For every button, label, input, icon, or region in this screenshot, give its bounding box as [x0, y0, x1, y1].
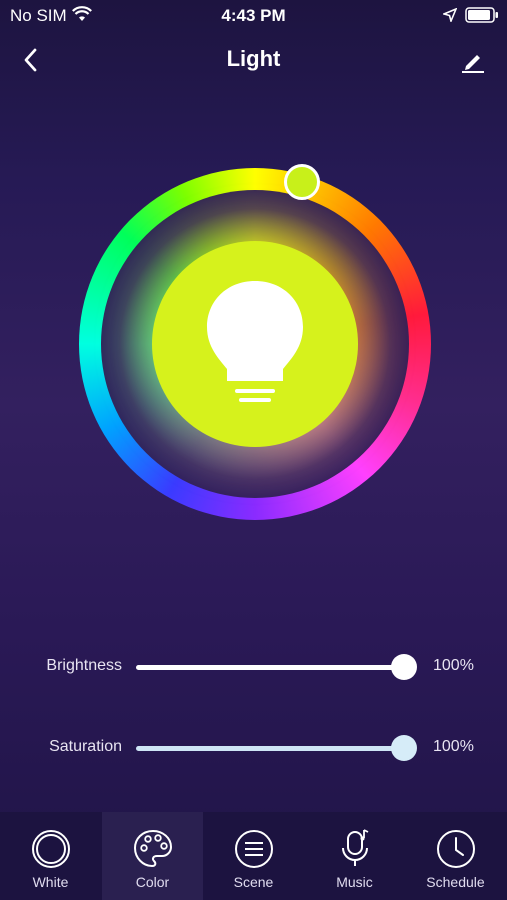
pencil-icon: [462, 55, 484, 73]
tab-schedule[interactable]: Schedule: [405, 812, 506, 900]
status-bar: No SIM 4:43 PM: [0, 0, 507, 32]
saturation-slider-row: Saturation 100%: [0, 728, 507, 768]
tab-white[interactable]: White: [0, 812, 101, 900]
tab-label-music: Music: [336, 874, 373, 890]
palette-icon: [133, 829, 173, 868]
color-wheel[interactable]: [79, 164, 431, 520]
light-bulb-icon: [207, 281, 303, 402]
saturation-label: Saturation: [49, 738, 122, 755]
clock-time: 4:43 PM: [221, 6, 286, 25]
tab-label-schedule: Schedule: [426, 874, 485, 890]
brightness-label: Brightness: [46, 657, 122, 674]
tab-scene[interactable]: Scene: [203, 812, 304, 900]
tab-label-white: White: [32, 874, 69, 890]
color-picker-handle[interactable]: [284, 164, 320, 200]
battery-icon: [465, 7, 499, 28]
page-title: Light: [226, 46, 281, 71]
scene-icon: [235, 830, 273, 868]
brightness-value: 100%: [433, 657, 474, 674]
saturation-thumb[interactable]: [391, 735, 417, 761]
tab-music[interactable]: Music: [304, 812, 405, 900]
tab-label-color: Color: [135, 874, 170, 890]
brightness-thumb[interactable]: [391, 654, 417, 680]
bulb-preview: [152, 241, 358, 447]
tab-color[interactable]: Color: [102, 812, 203, 900]
saturation-track[interactable]: [136, 746, 404, 751]
music-icon: [342, 829, 369, 866]
location-icon: [441, 7, 458, 27]
brightness-slider-row: Brightness 100%: [0, 647, 507, 687]
edit-button[interactable]: [455, 42, 491, 78]
saturation-value: 100%: [433, 738, 474, 755]
brightness-track[interactable]: [136, 665, 404, 670]
nav-bar: Light: [0, 32, 507, 88]
tab-bar: White Color Scene Music Schedule: [0, 812, 507, 900]
tab-label-scene: Scene: [233, 874, 274, 890]
clock-icon: [437, 830, 475, 868]
white-icon: [32, 830, 70, 868]
